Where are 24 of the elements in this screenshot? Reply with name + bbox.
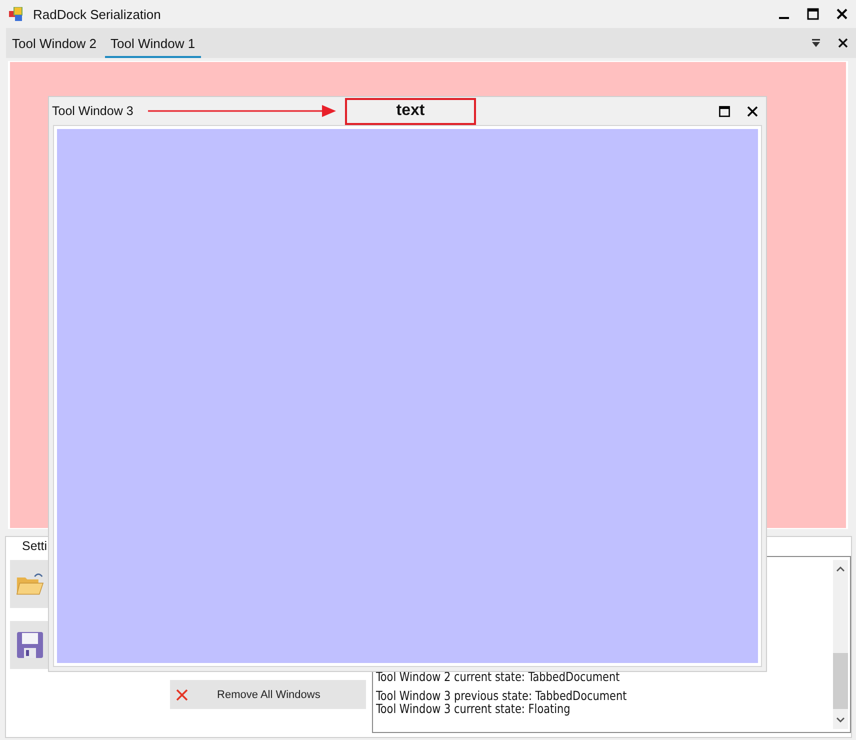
tab[interactable]: Tool Window 2 bbox=[6, 28, 103, 58]
log-line: Tool Window 3 current state: Floating bbox=[376, 702, 571, 715]
dropdown-icon[interactable] bbox=[811, 38, 821, 48]
scrollbar[interactable] bbox=[833, 560, 848, 729]
window-title: RadDock Serialization bbox=[33, 6, 161, 22]
log-line: Tool Window 3 previous state: TabbedDocument bbox=[376, 690, 628, 702]
settings-tab[interactable]: Setti bbox=[22, 539, 48, 553]
close-icon bbox=[176, 688, 188, 700]
window-title: Tool Window 3 bbox=[52, 104, 134, 118]
scrollbar-thumb[interactable] bbox=[833, 653, 848, 709]
close-icon[interactable] bbox=[838, 38, 848, 48]
maximize-icon[interactable] bbox=[719, 106, 730, 116]
log-line: Tool Window 2 current state: TabbedDocument bbox=[376, 670, 620, 683]
text-label: text bbox=[345, 98, 476, 124]
close-icon[interactable] bbox=[747, 106, 758, 116]
maximize-icon[interactable] bbox=[807, 8, 819, 20]
tab[interactable]: Tool Window 1 bbox=[104, 28, 202, 58]
folder-icon bbox=[16, 571, 44, 597]
app-icon bbox=[9, 7, 23, 21]
close-icon[interactable] bbox=[836, 8, 848, 20]
scroll-up-icon[interactable] bbox=[836, 566, 845, 572]
scroll-down-icon[interactable] bbox=[836, 717, 845, 723]
remove-all-button[interactable]: Remove All Windows bbox=[170, 680, 366, 709]
save-button[interactable] bbox=[10, 621, 48, 669]
